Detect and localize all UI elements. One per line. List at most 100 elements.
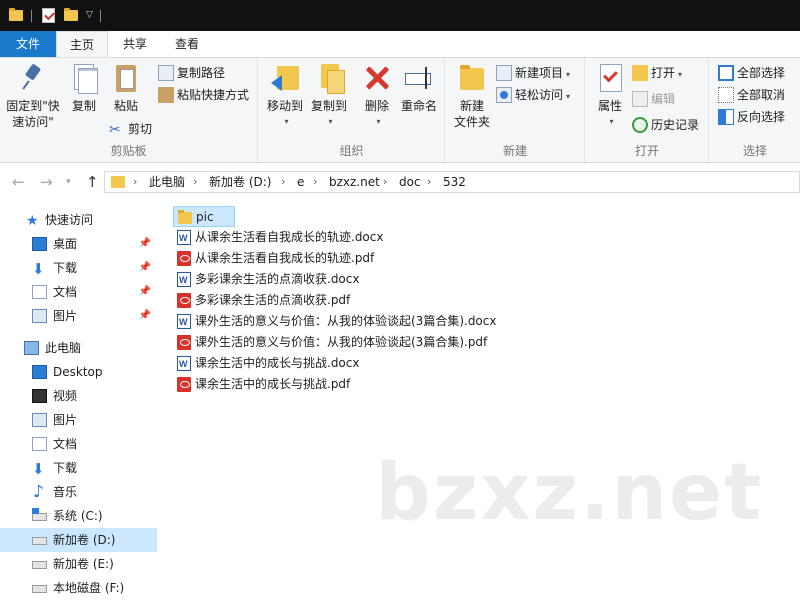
list-item[interactable]: 课余生活中的成长与挑战.pdf	[173, 374, 356, 395]
breadcrumb-doc[interactable]: doc	[399, 172, 421, 192]
copy-path-button[interactable]: 复制路径	[158, 62, 225, 84]
list-item[interactable]: 从课余生活看自我成长的轨迹.pdf	[173, 248, 380, 269]
paste-button[interactable]: 粘贴	[106, 62, 146, 114]
up-arrow-icon[interactable]: ↑	[86, 173, 99, 191]
list-item[interactable]: pic	[173, 206, 235, 227]
breadcrumb-bzxz[interactable]: bzxz.net	[329, 172, 380, 192]
nav-label: 图片	[53, 413, 78, 427]
nav-label: 快速访问	[45, 213, 94, 227]
word-document-icon	[177, 228, 191, 249]
nav-downloads[interactable]: 下载	[0, 456, 157, 481]
chevron-right-icon[interactable]: ›	[383, 172, 387, 192]
nav-pictures-qa[interactable]: 图片 📌	[0, 304, 157, 328]
nav-drive-f[interactable]: 本地磁盘 (F:)	[0, 576, 157, 600]
tab-home[interactable]: 主页	[56, 31, 108, 58]
list-item[interactable]: 多彩课余生活的点滴收获.pdf	[173, 290, 356, 311]
chevron-right-icon[interactable]: ›	[427, 172, 431, 192]
history-button[interactable]: 历史记录	[632, 114, 699, 136]
nav-desktop[interactable]: Desktop	[0, 360, 157, 384]
list-item[interactable]: 课外生活的意义与价值：从我的体验谈起(3篇合集).docx	[173, 311, 502, 333]
breadcrumb-e[interactable]: e	[297, 172, 304, 192]
nav-downloads-qa[interactable]: 下载 📌	[0, 256, 157, 281]
list-item[interactable]: 从课余生活看自我成长的轨迹.docx	[173, 227, 389, 249]
nav-pictures[interactable]: 图片	[0, 408, 157, 432]
customize-quick-access-dropdown-icon[interactable]: ▽	[86, 10, 93, 20]
nav-label: 图片	[53, 309, 78, 323]
move-to-icon	[269, 62, 301, 94]
new-item-icon	[496, 64, 512, 81]
select-group-label: 选择	[742, 144, 767, 158]
chevron-right-icon[interactable]: ›	[313, 172, 317, 192]
nav-videos[interactable]: 视频	[0, 384, 157, 408]
select-all-button[interactable]: 全部选择	[718, 62, 785, 84]
tab-share[interactable]: 共享	[112, 31, 158, 57]
list-item[interactable]: 多彩课余生活的点滴收获.docx	[173, 269, 365, 291]
forward-arrow-icon[interactable]: →	[40, 173, 53, 191]
delete-button[interactable]: 删除 ▾	[357, 62, 397, 130]
file-list: pic 从课余生活看自我成长的轨迹.docx 从课余生活看自我成长的轨迹.pdf…	[157, 198, 800, 600]
delete-label: 删除	[364, 99, 389, 113]
copy-to-dropdown-icon: ▾	[328, 117, 333, 126]
rename-button[interactable]: 重命名	[397, 62, 441, 114]
star-icon	[26, 209, 41, 233]
nav-desktop-qa[interactable]: 桌面 📌	[0, 232, 157, 256]
breadcrumb-this-pc[interactable]: 此电脑	[149, 172, 185, 192]
breadcrumb-532[interactable]: 532	[443, 172, 466, 192]
new-group: 新建 文件夹 新建项目 ▾ 轻松访问 ▾ 新建	[446, 58, 585, 162]
delete-dropdown-icon: ▾	[376, 117, 381, 126]
tab-file[interactable]: 文件	[0, 31, 56, 57]
file-name: 课外生活的意义与价值：从我的体验谈起(3篇合集).pdf	[195, 335, 488, 349]
copy-to-label: 复制到	[310, 99, 347, 113]
address-bar[interactable]: › 此电脑 › 新加卷 (D:) › e › bzxz.net › doc › …	[104, 171, 800, 193]
invert-selection-button[interactable]: 反向选择	[718, 106, 785, 128]
chevron-right-icon[interactable]: ›	[193, 172, 197, 192]
copy-to-button[interactable]: 复制到 ▾	[307, 62, 351, 130]
nav-label: 下载	[53, 261, 78, 275]
paste-shortcut-icon	[158, 86, 174, 103]
copy-path-label: 复制路径	[177, 66, 226, 80]
new-folder-button[interactable]: 新建 文件夹	[450, 62, 494, 130]
cut-button[interactable]: 剪切	[109, 118, 152, 141]
tab-view[interactable]: 查看	[164, 31, 210, 57]
select-group: 全部选择 全部取消 反向选择 选择	[710, 58, 800, 162]
pin-to-quick-access-button[interactable]: 固定到"快 速访问"	[4, 62, 62, 130]
pin-icon: 📌	[138, 286, 151, 297]
nav-quick-access[interactable]: 快速访问	[0, 208, 157, 233]
chevron-right-icon[interactable]: ›	[133, 172, 137, 192]
organize-group-label: 组织	[339, 144, 364, 158]
nav-drive-c[interactable]: 系统 (C:)	[0, 504, 157, 528]
copy-icon	[68, 62, 100, 94]
select-none-button[interactable]: 全部取消	[718, 84, 785, 106]
easy-access-button[interactable]: 轻松访问 ▾	[496, 84, 570, 106]
nav-this-pc[interactable]: 此电脑	[0, 336, 157, 360]
select-none-icon	[718, 86, 734, 103]
nav-documents[interactable]: 文档	[0, 432, 157, 456]
clipboard-group-label: 剪贴板	[110, 144, 147, 158]
edit-button[interactable]: 编辑	[632, 88, 675, 110]
breadcrumb-drive-d[interactable]: 新加卷 (D:)	[209, 172, 271, 192]
back-arrow-icon[interactable]: ←	[12, 173, 25, 191]
copy-button[interactable]: 复制	[64, 62, 104, 114]
open-icon	[632, 64, 648, 81]
recent-locations-chevron-icon[interactable]: ▾	[66, 177, 71, 187]
edit-label: 编辑	[651, 92, 676, 106]
new-item-button[interactable]: 新建项目 ▾	[496, 62, 570, 84]
open-button[interactable]: 打开 ▾	[632, 62, 682, 84]
clipboard-group: 固定到"快 速访问" 复制 粘贴 复制路径 粘贴快捷方式 剪切 剪贴板	[0, 58, 258, 162]
chevron-right-icon[interactable]: ›	[281, 172, 285, 192]
nav-music[interactable]: 音乐	[0, 480, 157, 504]
nav-drive-e[interactable]: 新加卷 (E:)	[0, 552, 157, 576]
paste-shortcut-button[interactable]: 粘贴快捷方式	[158, 84, 249, 106]
list-item[interactable]: 课余生活中的成长与挑战.docx	[173, 353, 365, 375]
new-folder-icon	[456, 62, 488, 94]
move-to-button[interactable]: 移动到 ▾	[263, 62, 307, 130]
download-icon	[32, 457, 47, 481]
new-folder-quick-icon[interactable]	[64, 8, 78, 21]
properties-dropdown-icon: ▾	[609, 117, 614, 126]
watermark: bzxz.net	[375, 448, 764, 538]
properties-button[interactable]: 属性 ▾	[590, 62, 630, 130]
properties-quick-icon[interactable]	[42, 8, 55, 23]
list-item[interactable]: 课外生活的意义与价值：从我的体验谈起(3篇合集).pdf	[173, 332, 493, 353]
nav-drive-d[interactable]: 新加卷 (D:)	[0, 528, 157, 552]
nav-documents-qa[interactable]: 文档 📌	[0, 280, 157, 304]
